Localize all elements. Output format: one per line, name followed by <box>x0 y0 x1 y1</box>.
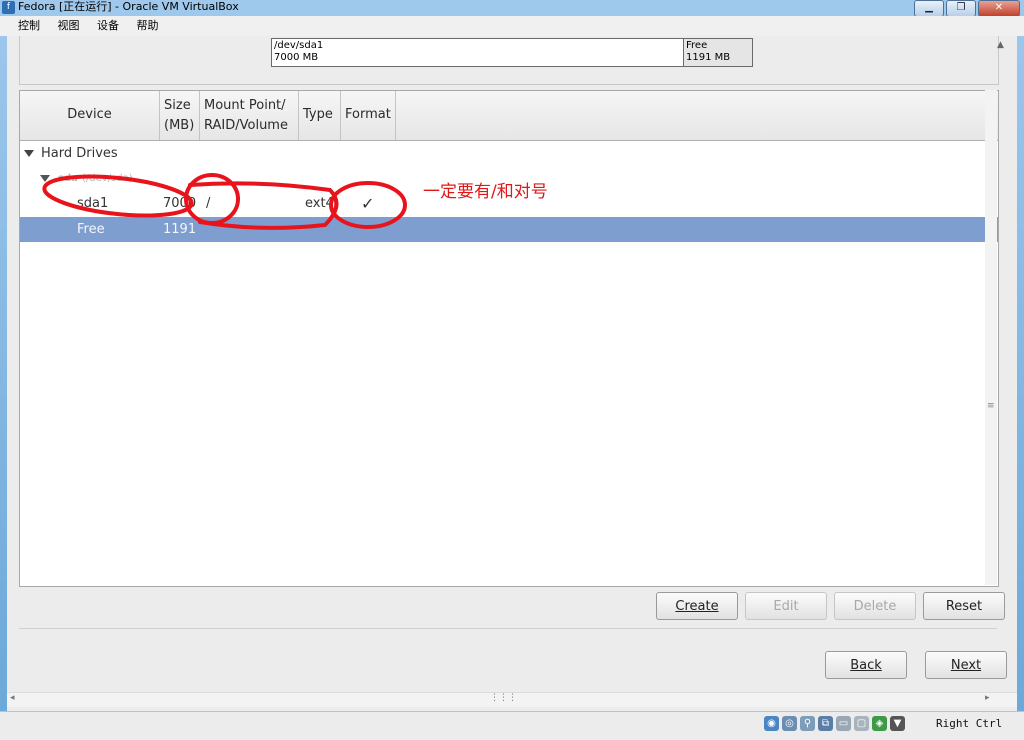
annotation-note: 一定要有/和对号 <box>423 182 548 202</box>
hard-disk-icon[interactable]: ◉ <box>764 716 779 731</box>
red-annotation-marks <box>42 173 407 230</box>
optical-drive-icon[interactable]: ◎ <box>782 716 797 731</box>
network-icon[interactable]: ⧉ <box>818 716 833 731</box>
shared-folder-icon[interactable]: ▭ <box>836 716 851 731</box>
virtualization-icon[interactable]: ◈ <box>872 716 887 731</box>
status-icons: ◉ ◎ ⚲ ⧉ ▭ ▢ ◈ ▼ <box>764 716 905 731</box>
usb-icon[interactable]: ⚲ <box>800 716 815 731</box>
status-bar: ◉ ◎ ⚲ ⧉ ▭ ▢ ◈ ▼ Right Ctrl <box>0 711 1024 740</box>
display-icon[interactable]: ▢ <box>854 716 869 731</box>
annotation-circle-row <box>42 174 194 218</box>
host-key-label: Right Ctrl <box>936 717 1003 730</box>
annotation-circle-format <box>329 181 407 229</box>
mouse-capture-icon[interactable]: ▼ <box>890 716 905 731</box>
virtualbox-window: f Fedora [正在运行] - Oracle VM VirtualBox ▁… <box>0 0 1024 740</box>
